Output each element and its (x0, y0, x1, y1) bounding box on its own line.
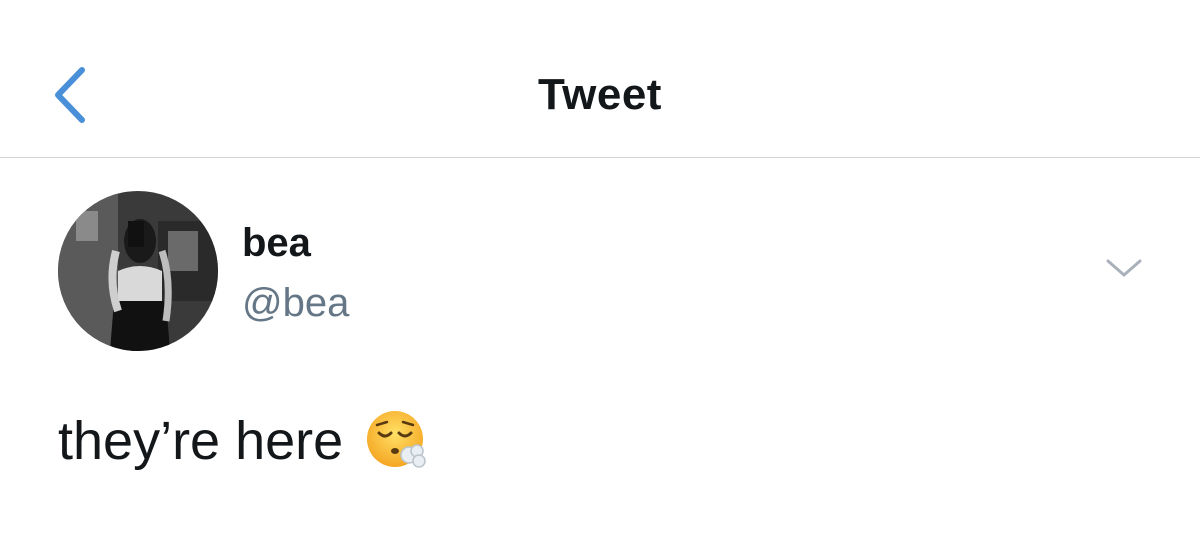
page-title: Tweet (538, 70, 662, 119)
tweet-text: they’re here (58, 409, 429, 473)
face-exhaling-emoji-icon (365, 409, 429, 473)
avatar[interactable] (58, 191, 218, 351)
avatar-photo (58, 191, 218, 351)
author-handle[interactable]: @bea (242, 281, 349, 326)
tweet-detail: bea @bea they’re here (0, 159, 1200, 550)
author-display-name[interactable]: bea (242, 221, 311, 266)
tweet-text-content: they’re here (58, 411, 344, 471)
chevron-down-icon (1106, 259, 1142, 277)
navigation-bar: Tweet (0, 0, 1200, 158)
more-options-button[interactable] (1100, 251, 1148, 287)
